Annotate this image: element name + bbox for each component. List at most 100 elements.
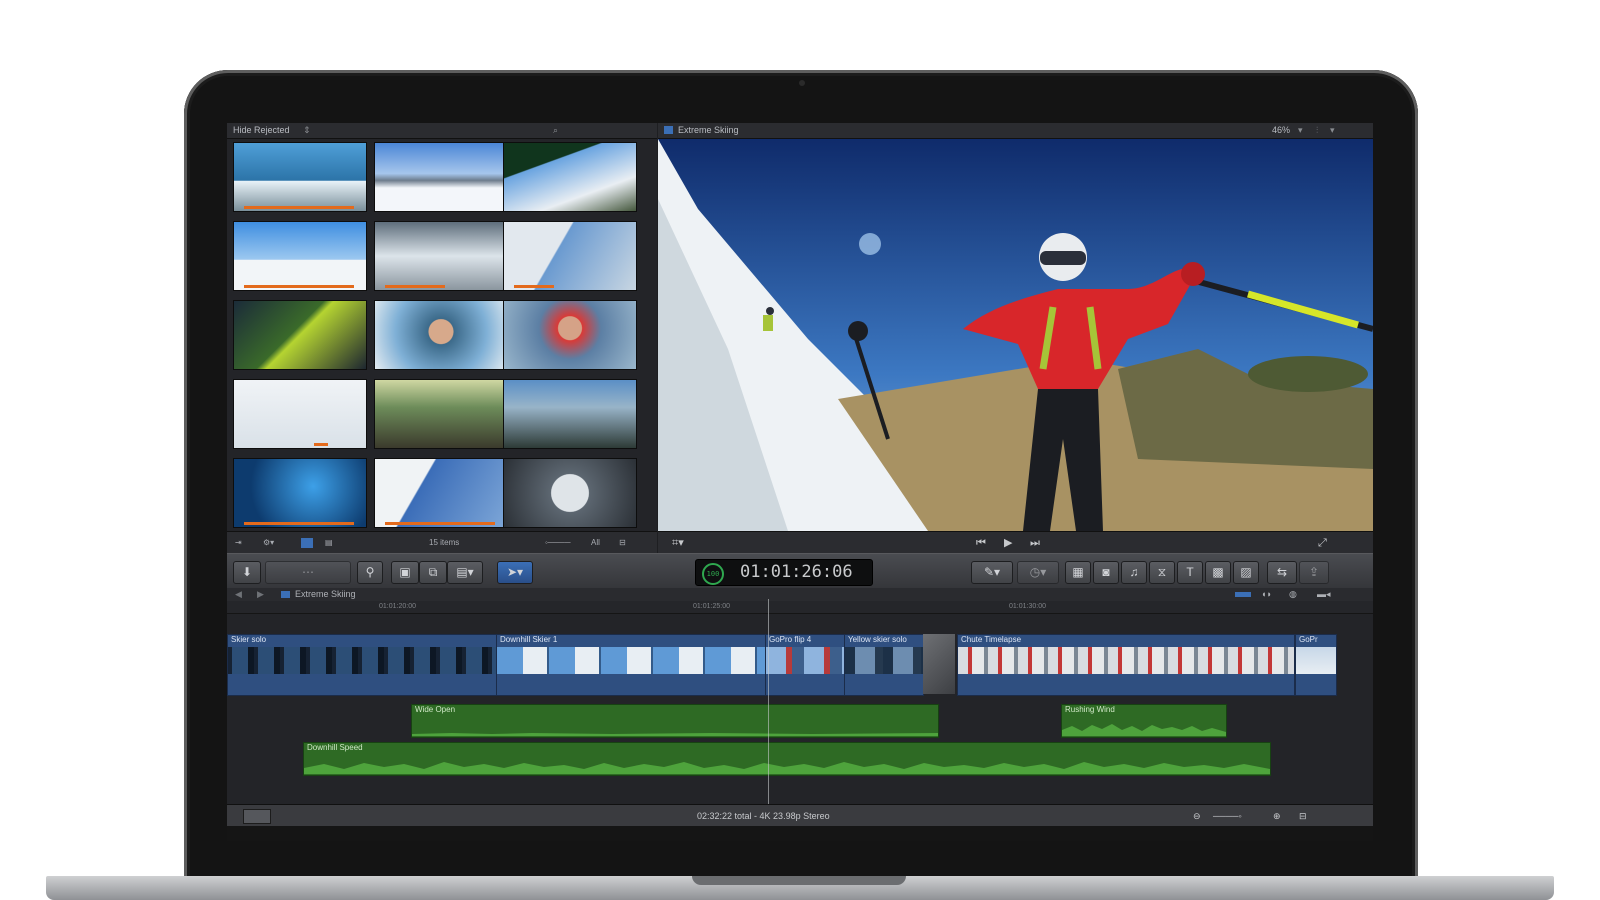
video-clip[interactable]: GoPro flip 4 — [765, 634, 845, 696]
inspector-button[interactable]: ▦ — [1065, 561, 1091, 584]
clip-thumbnail[interactable] — [504, 301, 636, 369]
timecode-display: 01:01:26:06 — [740, 562, 853, 582]
insert-clip-button[interactable]: ⧉ — [419, 561, 447, 584]
clip-thumbnail[interactable] — [504, 222, 636, 290]
connect-clip-button[interactable]: ▣ — [391, 561, 419, 584]
audio-waveform — [412, 733, 938, 736]
clip-label: GoPr — [1299, 635, 1318, 644]
clip-thumbnail[interactable] — [234, 143, 366, 211]
hide-rejected-filter[interactable]: Hide Rejected — [233, 123, 290, 138]
clip-thumbnail[interactable] — [375, 222, 507, 290]
edit-buttons-disabled[interactable]: ⋯ — [265, 561, 351, 584]
search-icon[interactable]: ⌕ — [553, 123, 558, 138]
clip-appearance-icon[interactable]: ⊟ — [1299, 805, 1307, 827]
chevron-updown-icon[interactable]: ⇕ — [303, 123, 311, 138]
select-tool-button[interactable]: ➤▾ — [497, 561, 533, 584]
transitions-button[interactable]: ⧖ — [1149, 561, 1175, 584]
toolbar: ⬇ ⋯ ⚲ ▣ ⧉ ▤▾ ➤▾ 100 01:01:26:06 ✎▾ ◷▾ ▦ … — [227, 553, 1373, 589]
audio-waveform — [304, 762, 1270, 774]
clip-thumbnail[interactable] — [504, 380, 636, 448]
zoom-in-icon[interactable]: ⊕ — [1273, 805, 1281, 827]
audio-clip[interactable]: Rushing Wind — [1061, 704, 1227, 738]
project-icon — [664, 126, 673, 134]
clip-thumbnail[interactable] — [375, 380, 507, 448]
clip-label: Chute Timelapse — [961, 635, 1022, 644]
generators-button[interactable]: ▩ — [1205, 561, 1231, 584]
item-count: 15 items — [429, 538, 460, 547]
rating-bar — [244, 285, 354, 288]
duration-label[interactable]: All — [591, 532, 600, 554]
forward-icon[interactable]: ▶ — [257, 588, 264, 601]
append-clip-button[interactable]: ▤▾ — [447, 561, 483, 584]
view-options-icon[interactable]: ⫶ — [1316, 123, 1318, 138]
back-icon[interactable]: ◀ — [235, 588, 242, 601]
video-clip[interactable]: Downhill Skier 1 — [496, 634, 766, 696]
clip-label: Rushing Wind — [1065, 705, 1115, 714]
list-view-icon[interactable] — [301, 538, 313, 548]
clip-thumbnail[interactable] — [234, 459, 366, 527]
clip-size-slider[interactable]: ◦──── — [545, 532, 571, 554]
play-icon[interactable]: ▶ — [1004, 532, 1012, 554]
viewer-footer: ⌗▾ ⏮ ▶ ⏭ ⤢ — [658, 531, 1373, 554]
appearance-icon[interactable]: ⊟ — [619, 532, 626, 554]
video-clip[interactable]: GoPr — [1295, 634, 1337, 696]
zoom-out-icon[interactable]: ⊖ — [1193, 805, 1201, 827]
sidebar-toggle-icon[interactable]: ⇥ — [235, 532, 242, 554]
clip-label: Downhill Skier 1 — [500, 635, 558, 644]
audio-clip[interactable]: Downhill Speed — [303, 742, 1271, 776]
chevron-down-icon[interactable]: ▾ — [1330, 123, 1335, 138]
snapping-icon[interactable]: ▬◂ — [1317, 588, 1331, 601]
fullscreen-icon[interactable]: ⤢ — [1318, 532, 1327, 554]
clip-filmstrip — [766, 647, 844, 674]
share-button[interactable]: ⇆ — [1267, 561, 1297, 584]
music-button[interactable]: ♫ — [1121, 561, 1147, 584]
clip-thumbnail[interactable] — [504, 143, 636, 211]
viewer-header: Extreme Skiing 46% ▾ ⫶ ▾ — [658, 123, 1373, 139]
enhance-button[interactable]: ✎▾ — [971, 561, 1013, 584]
import-button[interactable]: ⬇ — [233, 561, 261, 584]
ruler-mark: 01:01:20:00 — [379, 603, 416, 610]
transition[interactable] — [923, 634, 955, 694]
clip-thumbnail[interactable] — [234, 380, 366, 448]
clip-thumbnail[interactable] — [234, 301, 366, 369]
chevron-down-icon[interactable]: ▾ — [1298, 123, 1303, 138]
screen-bottom — [227, 826, 1373, 841]
background-tasks-button[interactable]: ⇪ — [1299, 561, 1329, 584]
clip-label: Downhill Speed — [307, 743, 363, 752]
audio-skimming-icon[interactable]: ◖◗ — [1261, 588, 1272, 601]
audio-waveform — [1062, 724, 1226, 736]
transform-icon[interactable]: ⌗▾ — [672, 532, 684, 554]
timeline-ruler[interactable]: 01:01:20:00 01:01:25:00 01:01:30:00 — [227, 601, 1373, 614]
clip-thumbnail[interactable] — [375, 301, 507, 369]
retime-button[interactable]: ◷▾ — [1017, 561, 1059, 584]
photos-button[interactable]: ◙ — [1093, 561, 1119, 584]
timeline[interactable]: Skier solo Downhill Skier 1 GoPro flip 4… — [227, 614, 1373, 804]
viewer[interactable] — [658, 139, 1373, 531]
video-clip[interactable]: Skier solo — [227, 634, 497, 696]
zoom-slider[interactable]: ────◦ — [1213, 805, 1242, 827]
solo-icon[interactable]: ◍ — [1289, 588, 1297, 601]
viewer-project-title: Extreme Skiing — [678, 125, 739, 135]
video-clip[interactable]: Chute Timelapse — [957, 634, 1295, 696]
clip-thumbnail[interactable] — [234, 222, 366, 290]
audio-clip[interactable]: Wide Open — [411, 704, 939, 738]
keyword-button[interactable]: ⚲ — [357, 561, 383, 584]
dashboard-timecode[interactable]: 100 01:01:26:06 — [695, 559, 873, 586]
playhead[interactable] — [768, 599, 769, 804]
browser-header: Hide Rejected ⇕ ⌕ — [227, 123, 657, 139]
previous-edit-icon[interactable]: ⏮ — [976, 532, 986, 554]
clip-filmstrip — [958, 647, 1294, 674]
video-clip[interactable]: Yellow skier solo — [844, 634, 924, 696]
gear-icon[interactable]: ⚙▾ — [263, 532, 274, 554]
themes-button[interactable]: ▨ — [1233, 561, 1259, 584]
titles-button[interactable]: T — [1177, 561, 1203, 584]
timeline-index-button[interactable] — [243, 809, 271, 824]
viewer-zoom[interactable]: 46% — [1272, 123, 1290, 138]
camera-icon — [799, 80, 805, 86]
skimming-toggle[interactable] — [1235, 592, 1251, 597]
clip-thumbnail[interactable] — [375, 143, 507, 211]
next-edit-icon[interactable]: ⏭ — [1030, 532, 1040, 554]
filmstrip-view-icon[interactable]: ▤ — [325, 532, 333, 554]
clip-thumbnail[interactable] — [375, 459, 507, 527]
clip-thumbnail[interactable] — [504, 459, 636, 527]
